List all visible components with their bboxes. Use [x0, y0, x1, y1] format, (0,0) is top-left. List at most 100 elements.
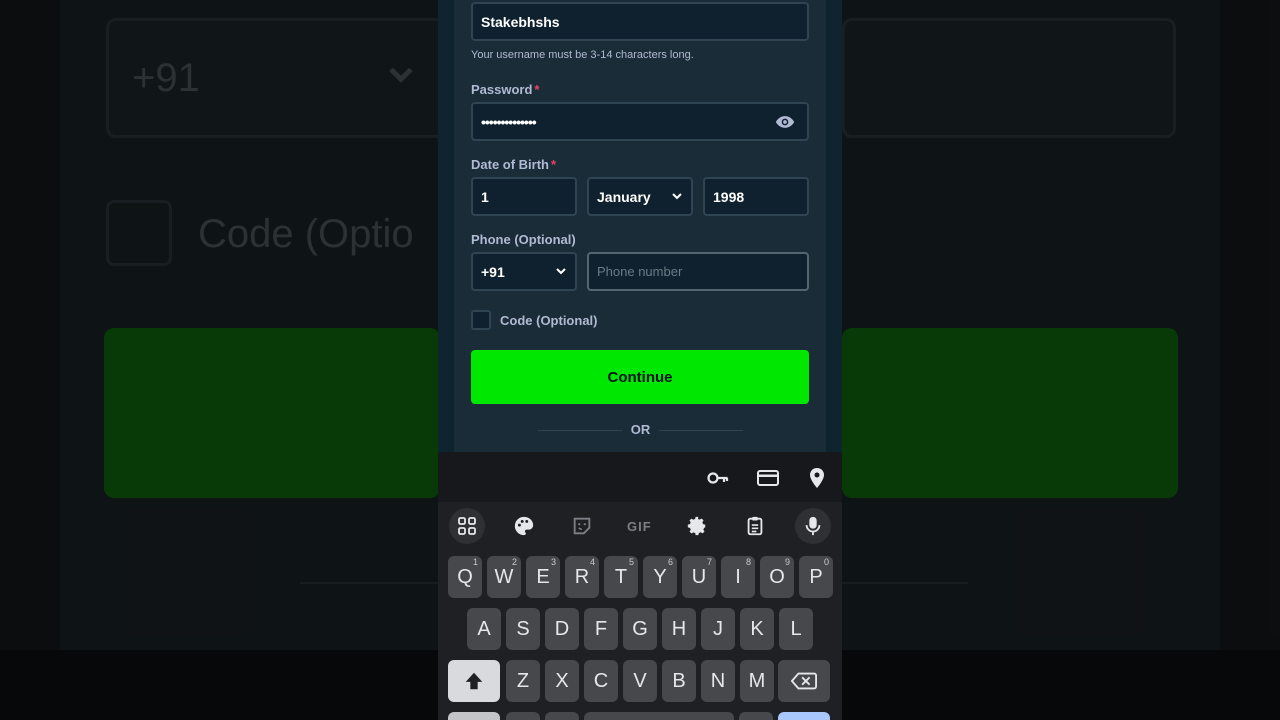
emoji-key[interactable] [545, 712, 579, 720]
key-label: I [735, 565, 741, 588]
shift-arrow-icon [465, 672, 483, 690]
period-key[interactable] [739, 712, 773, 720]
key-number-hint: 6 [667, 557, 673, 567]
username-input[interactable]: Stakebhshs [471, 2, 809, 41]
dob-year-input[interactable]: 1998 [703, 177, 809, 216]
dob-day-value: 1 [481, 188, 489, 205]
password-label: Password * [471, 82, 539, 97]
key-label: X [555, 669, 569, 692]
key-e[interactable]: E3 [526, 556, 560, 598]
eye-icon[interactable] [775, 114, 795, 133]
key-a[interactable]: A [467, 608, 501, 650]
required-asterisk: * [534, 82, 540, 97]
username-hint: Your username must be 3-14 characters lo… [471, 49, 694, 61]
key-label: M [748, 669, 766, 692]
key-number-hint: 0 [823, 557, 829, 567]
key-number-hint: 5 [628, 557, 634, 567]
dob-day-input[interactable]: 1 [471, 177, 577, 216]
shift-key[interactable] [448, 660, 500, 702]
code-checkbox[interactable] [471, 310, 491, 330]
key-y[interactable]: Y6 [643, 556, 677, 598]
key-c[interactable]: C [584, 660, 618, 702]
settings-gear-icon[interactable] [683, 512, 711, 540]
key-x[interactable]: X [545, 660, 579, 702]
key-label: K [750, 617, 764, 640]
key-o[interactable]: O9 [760, 556, 794, 598]
dob-label-text: Date of Birth [471, 157, 549, 172]
password-masked-value: •••••••••••••• [481, 113, 537, 130]
chevron-down-icon [672, 193, 682, 200]
chevron-down-icon [556, 268, 566, 275]
password-label-text: Password [471, 82, 533, 97]
key-w[interactable]: W2 [487, 556, 521, 598]
key-icon[interactable] [706, 466, 730, 490]
key-v[interactable]: V [623, 660, 657, 702]
key-b[interactable]: B [662, 660, 696, 702]
key-g[interactable]: G [623, 608, 657, 650]
key-label: T [614, 565, 628, 588]
gif-icon[interactable]: GIF [627, 519, 652, 534]
clipboard-icon[interactable] [741, 512, 769, 540]
username-value: Stakebhshs [481, 13, 560, 30]
apps-grid-icon[interactable] [453, 512, 481, 540]
sticker-icon[interactable] [568, 512, 596, 540]
key-label: H [671, 617, 687, 640]
key-label: C [593, 669, 609, 692]
backspace-key[interactable] [778, 660, 830, 702]
key-label: V [633, 669, 647, 692]
dob-month-value: January [597, 188, 651, 205]
key-number-hint: 9 [784, 557, 790, 567]
key-s[interactable]: S [506, 608, 540, 650]
key-label: U [691, 565, 707, 588]
key-i[interactable]: I8 [721, 556, 755, 598]
key-k[interactable]: K [740, 608, 774, 650]
dob-year-value: 1998 [713, 188, 745, 205]
credit-card-icon[interactable] [756, 466, 780, 490]
key-label: D [554, 617, 570, 640]
key-label: R [574, 565, 590, 588]
location-pin-icon[interactable] [805, 466, 829, 490]
key-m[interactable]: M [740, 660, 774, 702]
microphone-icon[interactable] [799, 512, 827, 540]
password-input[interactable]: •••••••••••••• [471, 102, 809, 141]
keyboard-toolbar: GIF [438, 504, 842, 548]
phone-screen: Stakebhshs Your username must be 3-14 ch… [438, 0, 842, 720]
key-label: F [594, 617, 608, 640]
key-label: A [477, 617, 491, 640]
continue-button[interactable]: Continue [471, 350, 809, 404]
country-code-select[interactable]: +91 [471, 252, 577, 291]
spacebar-key[interactable] [584, 712, 734, 720]
code-label[interactable]: Code (Optional) [500, 313, 598, 328]
key-label: Q [457, 565, 473, 588]
key-q[interactable]: Q1 [448, 556, 482, 598]
key-label: N [710, 669, 726, 692]
phone-number-placeholder: Phone number [597, 264, 683, 279]
key-u[interactable]: U7 [682, 556, 716, 598]
dob-month-select[interactable]: January [587, 177, 693, 216]
key-label: J [713, 617, 723, 640]
key-z[interactable]: Z [506, 660, 540, 702]
key-number-hint: 4 [589, 557, 595, 567]
key-f[interactable]: F [584, 608, 618, 650]
key-number-hint: 1 [472, 557, 478, 567]
key-p[interactable]: P0 [799, 556, 833, 598]
key-r[interactable]: R4 [565, 556, 599, 598]
key-label: B [672, 669, 686, 692]
soft-keyboard: GIF Q1W2E3R4T5Y6U7I8O9P0 ASDFGHJKL ZXCVB [438, 452, 842, 720]
key-d[interactable]: D [545, 608, 579, 650]
required-asterisk: * [551, 157, 557, 172]
key-n[interactable]: N [701, 660, 735, 702]
key-number-hint: 8 [745, 557, 751, 567]
comma-key[interactable] [506, 712, 540, 720]
palette-icon[interactable] [510, 512, 538, 540]
key-l[interactable]: L [779, 608, 813, 650]
key-h[interactable]: H [662, 608, 696, 650]
phone-edge-left [438, 0, 454, 452]
key-number-hint: 7 [706, 557, 712, 567]
symbols-key[interactable] [448, 712, 500, 720]
enter-key[interactable] [778, 712, 830, 720]
key-t[interactable]: T5 [604, 556, 638, 598]
key-j[interactable]: J [701, 608, 735, 650]
autofill-bar [438, 452, 842, 502]
phone-number-input[interactable]: Phone number [587, 252, 809, 291]
